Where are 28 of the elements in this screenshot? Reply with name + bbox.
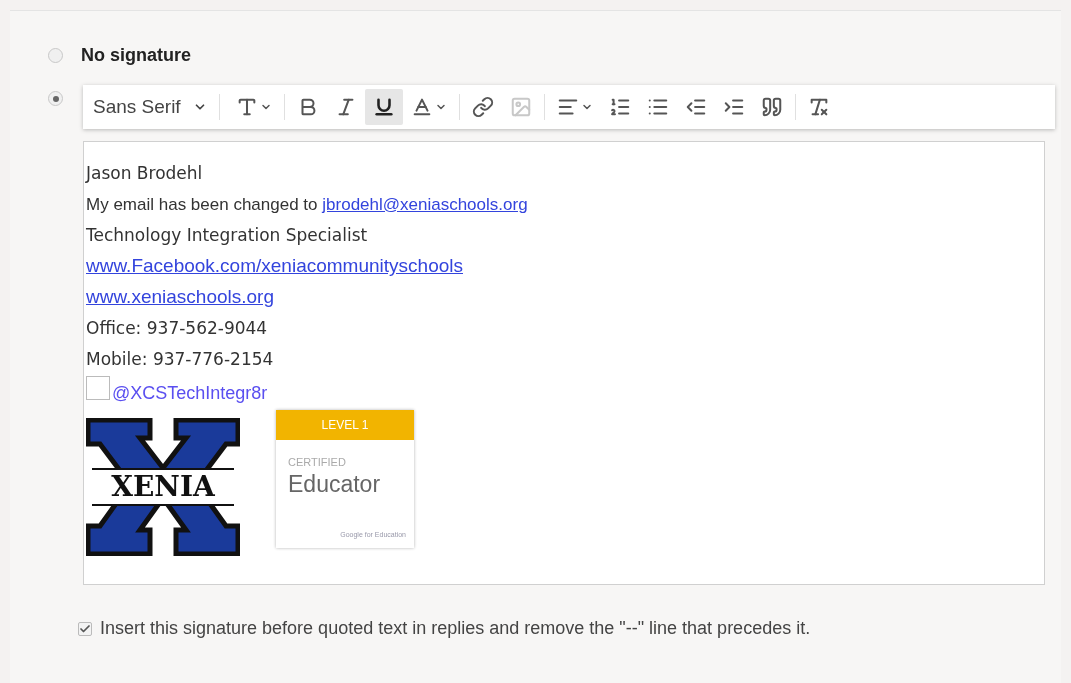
signature-text: My email has been changed to jbrodehl@xeniaschools.org bbox=[86, 193, 528, 216]
badge-level: LEVEL 1 bbox=[276, 410, 414, 440]
xenia-logo: XENIA bbox=[86, 418, 240, 556]
checkbox-label: Insert this signature before quoted text in replies and remove the "--" line that precedes it. bbox=[100, 617, 811, 640]
font-dropdown[interactable]: Sans Serif bbox=[89, 90, 211, 124]
link-icon bbox=[471, 96, 494, 118]
image-icon bbox=[509, 96, 532, 118]
web-link[interactable]: www.Facebook.com/xeniacommunityschools bbox=[86, 252, 463, 281]
underline-button[interactable] bbox=[364, 89, 403, 125]
quote-icon bbox=[760, 96, 783, 118]
check-icon bbox=[79, 622, 91, 635]
badge-title: Educator bbox=[288, 472, 382, 496]
option-label: No signature bbox=[81, 43, 191, 67]
web-link[interactable]: www.xeniaschools.org bbox=[86, 283, 274, 312]
signature-text: Technology Integration Specialist bbox=[86, 223, 368, 247]
badge-caption: CERTIFIED bbox=[288, 455, 347, 470]
signature-text: Jason Brodehl bbox=[86, 161, 203, 185]
underline-icon bbox=[372, 96, 395, 118]
radio-button[interactable] bbox=[48, 91, 63, 106]
signature-editor[interactable] bbox=[83, 141, 1045, 585]
broken-image-icon bbox=[86, 375, 110, 400]
radio-button[interactable] bbox=[48, 47, 63, 63]
social-link[interactable]: @XCSTechIntegr8r bbox=[112, 380, 268, 407]
checkbox[interactable] bbox=[78, 621, 92, 636]
email-link[interactable]: jbrodehl@xeniaschools.org bbox=[322, 194, 528, 214]
signature-text: Office: 937-562-9044 bbox=[86, 316, 268, 340]
signature-text: Mobile: 937-776-2154 bbox=[86, 347, 274, 371]
numbered-list-icon bbox=[608, 96, 631, 118]
